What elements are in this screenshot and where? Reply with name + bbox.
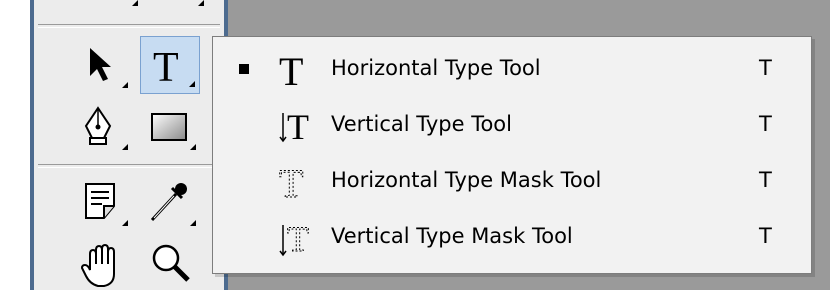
tool-button-partial-left[interactable] xyxy=(86,0,142,12)
submenu-indicator xyxy=(190,220,196,226)
tool-button-partial-right[interactable] xyxy=(152,0,208,12)
hand-icon xyxy=(80,243,115,287)
submenu-indicator xyxy=(122,220,128,226)
menu-item-horizontal-type-mask-tool[interactable]: T Horizontal Type Mask Tool T xyxy=(213,155,811,207)
vertical-type-mask-icon: T xyxy=(279,219,310,259)
menu-item-label: Horizontal Type Mask Tool xyxy=(331,168,602,192)
submenu-indicator xyxy=(122,82,128,88)
move-tool-button[interactable] xyxy=(76,38,132,94)
menu-item-label: Vertical Type Mask Tool xyxy=(331,224,573,248)
menu-item-vertical-type-mask-tool[interactable]: T Vertical Type Mask Tool T xyxy=(213,211,811,263)
type-tool-button[interactable]: T xyxy=(140,36,200,94)
hand-tool-button[interactable] xyxy=(76,240,132,296)
svg-text:T: T xyxy=(279,161,303,203)
type-tool-flyout-menu: T Horizontal Type Tool T T Vertical Type… xyxy=(212,36,812,274)
menu-item-vertical-type-tool[interactable]: T Vertical Type Tool T xyxy=(213,99,811,151)
palette-separator xyxy=(38,164,220,168)
palette-separator xyxy=(38,24,220,28)
selected-indicator xyxy=(239,64,249,74)
horizontal-type-mask-icon: T xyxy=(279,161,304,204)
menu-item-label: Vertical Type Tool xyxy=(331,112,512,136)
vertical-type-icon: T xyxy=(279,107,309,147)
menu-item-shortcut: T xyxy=(759,168,772,192)
menu-item-shortcut: T xyxy=(759,112,772,136)
menu-item-shortcut: T xyxy=(759,224,772,248)
submenu-indicator xyxy=(198,0,204,6)
svg-text:T: T xyxy=(279,49,303,91)
notes-tool-button[interactable] xyxy=(76,176,132,232)
menu-item-horizontal-type-tool[interactable]: T Horizontal Type Tool T xyxy=(213,43,811,95)
menu-item-shortcut: T xyxy=(759,56,772,80)
zoom-icon xyxy=(152,244,190,282)
rectangle-tool-button[interactable] xyxy=(144,100,200,156)
eyedropper-tool-button[interactable] xyxy=(144,176,200,232)
svg-text:T: T xyxy=(153,45,179,91)
svg-text:T: T xyxy=(287,107,309,147)
menu-item-label: Horizontal Type Tool xyxy=(331,56,541,80)
svg-text:T: T xyxy=(287,219,309,259)
submenu-indicator xyxy=(122,144,128,150)
submenu-indicator xyxy=(189,81,195,87)
horizontal-type-icon: T xyxy=(279,49,303,91)
submenu-indicator xyxy=(132,0,138,6)
tools-palette: T xyxy=(30,0,228,290)
zoom-tool-button[interactable] xyxy=(144,240,200,296)
submenu-indicator xyxy=(190,144,196,150)
pen-tool-button[interactable] xyxy=(76,100,132,156)
